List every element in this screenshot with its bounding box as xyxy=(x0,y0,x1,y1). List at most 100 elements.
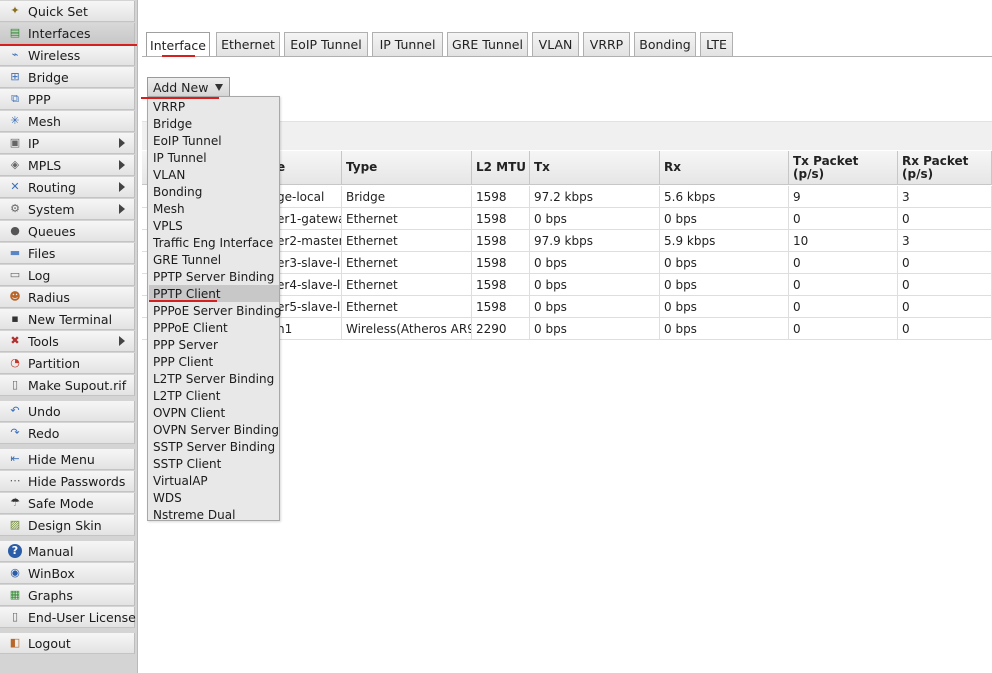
sidebar-item-label: Files xyxy=(28,245,56,261)
sidebar-item-new-terminal[interactable]: ▪ New Terminal xyxy=(0,309,135,330)
sidebar-item-safe-mode[interactable]: ☂ Safe Mode xyxy=(0,493,135,514)
sidebar-item-logout[interactable]: ◧ Logout xyxy=(0,633,135,654)
dropdown-item-eoip-tunnel[interactable]: EoIP Tunnel xyxy=(149,132,279,149)
tab-bonding[interactable]: Bonding xyxy=(634,32,696,56)
table-cell: Ethernet xyxy=(342,230,472,252)
table-cell: Ethernet xyxy=(342,296,472,318)
table-cell: Ethernet xyxy=(342,208,472,230)
sidebar-item-mesh[interactable]: ✳ Mesh xyxy=(0,111,135,132)
tab-lte[interactable]: LTE xyxy=(700,32,733,56)
sidebar-item-label: Quick Set xyxy=(28,3,88,19)
dropdown-item-l2tp-client[interactable]: L2TP Client xyxy=(149,387,279,404)
routing-icon: ✕ xyxy=(10,180,20,193)
sidebar-item-winbox[interactable]: ◉ WinBox xyxy=(0,563,135,584)
dropdown-item-pptp-server-binding[interactable]: PPTP Server Binding xyxy=(149,268,279,285)
table-cell: 0 bps xyxy=(530,252,660,274)
logout-icon: ◧ xyxy=(9,636,21,649)
sidebar-item-tools[interactable]: ✖ Tools xyxy=(0,331,135,352)
dropdown-item-ip-tunnel[interactable]: IP Tunnel xyxy=(149,149,279,166)
tab-vlan[interactable]: VLAN xyxy=(532,32,579,56)
sidebar-item-ppp[interactable]: ⧉ PPP xyxy=(0,89,135,110)
dropdown-item-vrrp[interactable]: VRRP xyxy=(149,98,279,115)
tab-vrrp[interactable]: VRRP xyxy=(583,32,630,56)
dropdown-item-traffic-eng-interface[interactable]: Traffic Eng Interface xyxy=(149,234,279,251)
tab-ip-tunnel[interactable]: IP Tunnel xyxy=(372,32,443,56)
dropdown-item-sstp-server-binding[interactable]: SSTP Server Binding xyxy=(149,438,279,455)
table-cell: 0 bps xyxy=(660,296,789,318)
folder-icon: ▬ xyxy=(9,246,21,259)
sidebar-item-radius[interactable]: ☻ Radius xyxy=(0,287,135,308)
sidebar-item-end-user-license[interactable]: ▯ End-User License xyxy=(0,607,136,628)
sidebar-item-mpls[interactable]: ◈ MPLS xyxy=(0,155,135,176)
dropdown-arrow-icon xyxy=(215,84,223,91)
dropdown-item-l2tp-server-binding[interactable]: L2TP Server Binding xyxy=(149,370,279,387)
sidebar-item-bridge[interactable]: ⊞ Bridge xyxy=(0,67,135,88)
add-new-button[interactable]: Add New xyxy=(147,77,230,97)
table-cell: 0 xyxy=(789,274,898,296)
sidebar-item-label: Design Skin xyxy=(28,517,102,533)
dropdown-item-sstp-client[interactable]: SSTP Client xyxy=(149,455,279,472)
tools-icon: ✖ xyxy=(10,334,20,347)
dropdown-item-nstreme-dual[interactable]: Nstreme Dual xyxy=(149,506,279,523)
sidebar-item-label: Mesh xyxy=(28,113,61,129)
sidebar-item-interfaces[interactable]: ▤ Interfaces xyxy=(0,23,135,44)
sidebar-item-label: Make Supout.rif xyxy=(28,377,127,393)
column-header[interactable]: Type xyxy=(342,151,472,185)
tab-interface[interactable]: Interface xyxy=(146,32,210,57)
sidebar-item-design-skin[interactable]: ▨ Design Skin xyxy=(0,515,135,536)
tab-eoip-tunnel[interactable]: EoIP Tunnel xyxy=(284,32,368,56)
annotation-underline-interfaces xyxy=(0,44,137,46)
dropdown-item-gre-tunnel[interactable]: GRE Tunnel xyxy=(149,251,279,268)
help-icon: ? xyxy=(8,544,22,558)
dropdown-item-vpls[interactable]: VPLS xyxy=(149,217,279,234)
dropdown-item-pppoe-server-binding[interactable]: PPPoE Server Binding xyxy=(149,302,282,319)
column-header[interactable]: L2 MTU xyxy=(472,151,530,185)
submenu-arrow-icon xyxy=(119,182,125,192)
dropdown-item-wds[interactable]: WDS xyxy=(149,489,279,506)
dropdown-item-ovpn-server-binding[interactable]: OVPN Server Binding xyxy=(149,421,279,438)
table-cell: 0 bps xyxy=(530,208,660,230)
sidebar-item-files[interactable]: ▬ Files xyxy=(0,243,135,264)
column-header[interactable]: Rx xyxy=(660,151,789,185)
sidebar-item-undo[interactable]: ↶ Undo xyxy=(0,401,135,422)
table-cell: 0 bps xyxy=(530,318,660,340)
sidebar-item-label: System xyxy=(28,201,75,217)
sidebar-item-ip[interactable]: ▣ IP xyxy=(0,133,135,154)
table-cell: 1598 xyxy=(472,274,530,296)
tab-gre-tunnel[interactable]: GRE Tunnel xyxy=(447,32,528,56)
sidebar-item-system[interactable]: ⚙ System xyxy=(0,199,135,220)
dropdown-item-bridge[interactable]: Bridge xyxy=(149,115,279,132)
dropdown-item-vlan[interactable]: VLAN xyxy=(149,166,279,183)
sidebar-item-hide-passwords[interactable]: ⋯ Hide Passwords xyxy=(0,471,135,492)
sidebar-item-hide-menu[interactable]: ⇤ Hide Menu xyxy=(0,449,135,470)
dropdown-item-ppp-client[interactable]: PPP Client xyxy=(149,353,279,370)
sidebar-item-routing[interactable]: ✕ Routing xyxy=(0,177,135,198)
tab-ethernet[interactable]: Ethernet xyxy=(216,32,280,56)
sidebar-item-label: Bridge xyxy=(28,69,69,85)
column-header[interactable]: Rx Packet (p/s) xyxy=(898,151,992,185)
table-cell: Ethernet xyxy=(342,274,472,296)
hide-menu-icon: ⇤ xyxy=(10,452,20,465)
dropdown-item-ovpn-client[interactable]: OVPN Client xyxy=(149,404,279,421)
sidebar-item-graphs[interactable]: ▦ Graphs xyxy=(0,585,135,606)
sidebar-item-log[interactable]: ▭ Log xyxy=(0,265,135,286)
column-header[interactable]: Tx xyxy=(530,151,660,185)
ip-icon: ▣ xyxy=(9,136,21,149)
add-new-label: Add New xyxy=(153,79,209,95)
sidebar-item-manual[interactable]: ? Manual xyxy=(0,541,135,562)
dropdown-item-virtualap[interactable]: VirtualAP xyxy=(149,472,279,489)
sidebar-item-queues[interactable]: ● Queues xyxy=(0,221,135,242)
dropdown-item-ppp-server[interactable]: PPP Server xyxy=(149,336,279,353)
terminal-icon: ▪ xyxy=(11,312,19,325)
sidebar-item-make-supout-rif[interactable]: ▯ Make Supout.rif xyxy=(0,375,135,396)
column-header[interactable]: Tx Packet (p/s) xyxy=(789,151,898,185)
sidebar-item-redo[interactable]: ↷ Redo xyxy=(0,423,135,444)
sidebar-item-quick-set[interactable]: ✦ Quick Set xyxy=(0,1,135,22)
table-cell: 0 bps xyxy=(660,318,789,340)
dropdown-item-bonding[interactable]: Bonding xyxy=(149,183,279,200)
dropdown-item-mesh[interactable]: Mesh xyxy=(149,200,279,217)
sidebar-item-label: Redo xyxy=(28,425,60,441)
sidebar-item-wireless[interactable]: ⌁ Wireless xyxy=(0,45,135,66)
sidebar-item-partition[interactable]: ◔ Partition xyxy=(0,353,135,374)
dropdown-item-pppoe-client[interactable]: PPPoE Client xyxy=(149,319,279,336)
